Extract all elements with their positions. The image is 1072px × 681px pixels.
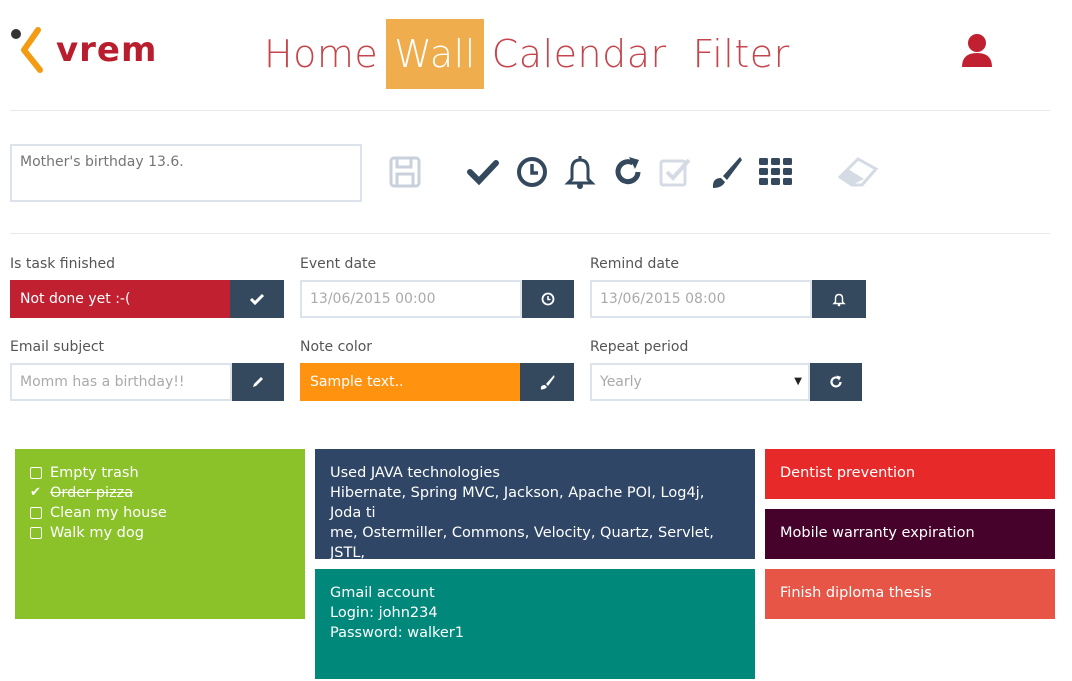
event-date-button[interactable] <box>522 280 574 318</box>
todo-item-text: Clean my house <box>50 505 167 521</box>
clock-icon <box>541 292 555 306</box>
user-icon[interactable] <box>960 33 994 69</box>
repeat-period-value: Yearly <box>600 374 642 390</box>
repeat-period-field: Yearly ▼ <box>590 363 862 401</box>
event-date-input[interactable]: 13/06/2015 00:00 <box>300 280 522 318</box>
nav-home[interactable]: Home <box>256 19 386 89</box>
save-icon[interactable] <box>385 152 425 192</box>
clock-icon[interactable] <box>512 152 552 192</box>
todo-card[interactable]: Empty trash ✔ Order pizza Clean my house … <box>15 449 305 619</box>
checkbox-unchecked-icon[interactable] <box>30 527 42 539</box>
note-color-field: Sample text.. <box>300 363 574 401</box>
email-subject-input[interactable]: Momm has a birthday!! <box>10 363 232 401</box>
task-status-value[interactable]: Not done yet :-( <box>10 280 230 318</box>
todo-item-text: Empty trash <box>50 465 139 481</box>
remind-date-button[interactable] <box>812 280 866 318</box>
header-divider <box>10 110 1050 111</box>
task-finished-label: Is task finished <box>10 256 116 272</box>
card-line: me, Ostermiller, Commons, Velocity, Quar… <box>330 525 714 561</box>
card-line: Hibernate, Spring MVC, Jackson, Apache P… <box>330 485 705 521</box>
gmail-card[interactable]: Gmail account Login: john234 Password: w… <box>315 569 755 679</box>
remind-date-input[interactable]: 13/06/2015 08:00 <box>590 280 812 318</box>
todo-item[interactable]: Empty trash <box>30 463 290 483</box>
event-date-field: 13/06/2015 00:00 <box>300 280 574 318</box>
nav-calendar[interactable]: Calendar <box>484 19 675 89</box>
todo-item[interactable]: Walk my dog <box>30 523 290 543</box>
event-date-label: Event date <box>300 256 377 272</box>
card-title: Gmail account <box>330 585 435 601</box>
checkbox-unchecked-icon[interactable] <box>30 507 42 519</box>
repeat-period-label: Repeat period <box>590 339 689 355</box>
dentist-card[interactable]: Dentist prevention <box>765 449 1055 499</box>
brush-icon <box>540 375 555 390</box>
note-input[interactable] <box>10 144 362 202</box>
note-color-button[interactable] <box>520 363 574 401</box>
brush-icon[interactable] <box>706 152 746 192</box>
repeat-period-button[interactable] <box>810 363 862 401</box>
task-finished-field: Not done yet :-( <box>10 280 284 318</box>
card-title: Used JAVA technologies <box>330 465 500 481</box>
refresh-icon <box>830 375 842 388</box>
todo-item-text: Walk my dog <box>50 525 144 541</box>
checkbox-icon[interactable] <box>656 152 696 192</box>
note-color-label: Note color <box>300 339 373 355</box>
card-title: Mobile warranty expiration <box>780 525 975 541</box>
checkbox-unchecked-icon[interactable] <box>30 467 42 479</box>
todo-item[interactable]: ✔ Order pizza <box>30 483 290 503</box>
card-line: Password: walker1 <box>330 625 464 641</box>
email-subject-label: Email subject <box>10 339 105 355</box>
eraser-icon[interactable] <box>838 152 878 192</box>
java-card[interactable]: Used JAVA technologies Hibernate, Spring… <box>315 449 755 581</box>
app-logo[interactable]: vrem <box>10 26 156 76</box>
bell-icon[interactable] <box>560 152 600 192</box>
refresh-icon[interactable] <box>608 152 648 192</box>
email-subject-button[interactable] <box>232 363 284 401</box>
card-title: Finish diploma thesis <box>780 585 932 601</box>
repeat-period-select[interactable]: Yearly ▼ <box>590 363 810 401</box>
remind-date-label: Remind date <box>590 256 680 272</box>
toolbar-divider <box>10 233 1050 234</box>
email-subject-field: Momm has a birthday!! <box>10 363 284 401</box>
note-color-preview[interactable]: Sample text.. <box>300 363 520 401</box>
card-line: Login: john234 <box>330 605 438 621</box>
todo-item[interactable]: Clean my house <box>30 503 290 523</box>
card-title: Dentist prevention <box>780 465 916 481</box>
logo-text: vrem <box>56 30 158 70</box>
main-nav: Home Wall Calendar Filter <box>256 19 798 89</box>
pencil-icon <box>253 377 263 387</box>
nav-filter[interactable]: Filter <box>685 19 798 89</box>
diploma-card[interactable]: Finish diploma thesis <box>765 569 1055 619</box>
check-icon <box>249 293 265 306</box>
checkmark-icon[interactable]: ✔ <box>30 483 42 503</box>
todo-item-text: Order pizza <box>50 485 134 501</box>
mark-done-button[interactable] <box>230 280 284 318</box>
nav-wall[interactable]: Wall <box>386 19 484 89</box>
remind-date-field: 13/06/2015 08:00 <box>590 280 866 318</box>
grid-icon[interactable] <box>756 152 796 192</box>
chevron-down-icon: ▼ <box>794 376 802 387</box>
check-icon[interactable] <box>463 152 503 192</box>
warranty-card[interactable]: Mobile warranty expiration <box>765 509 1055 559</box>
logo-mark-icon <box>11 27 43 73</box>
bell-icon <box>832 293 846 306</box>
